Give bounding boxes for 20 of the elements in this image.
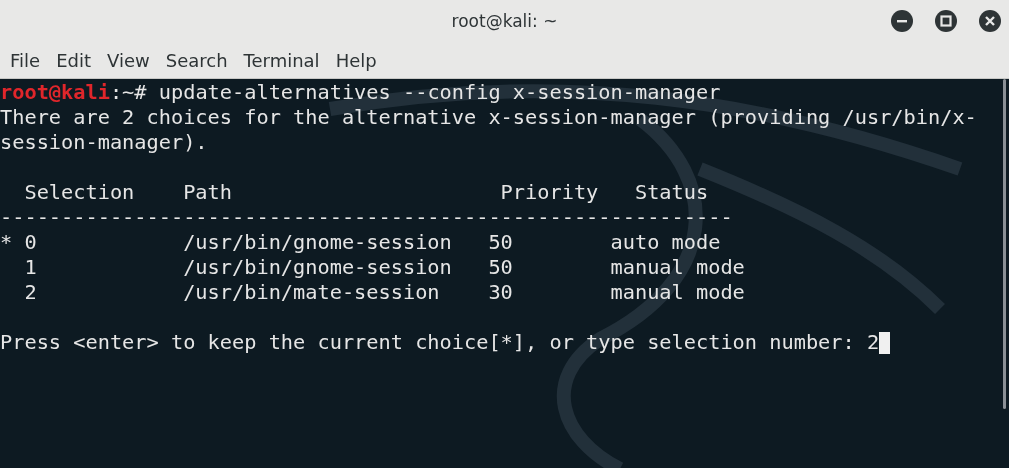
close-icon[interactable] bbox=[979, 10, 1001, 32]
menu-item[interactable]: View bbox=[105, 49, 158, 71]
output-line: session-manager). bbox=[0, 130, 209, 155]
minimize-icon[interactable] bbox=[891, 10, 913, 32]
menu-item[interactable]: Terminal bbox=[241, 49, 328, 71]
output-line: Selection Path Priority Status bbox=[23, 180, 710, 205]
output-line: * 0 /usr/bin/gnome-session 50 auto mode bbox=[0, 230, 722, 255]
output-line: ------------------------------------------------------------ bbox=[0, 205, 734, 230]
output-line: 1 /usr/bin/gnome-session 50 manual mode bbox=[23, 255, 746, 280]
window-title: root@kali: ~ bbox=[451, 11, 558, 31]
output-line: 2 /usr/bin/mate-session 30 manual mode bbox=[23, 280, 746, 305]
menu-item[interactable]: Search bbox=[163, 49, 236, 71]
scrollbar[interactable] bbox=[1003, 79, 1006, 409]
menu-item[interactable]: File bbox=[8, 49, 49, 71]
output-line: There are 2 choices for the alternative x-session-manager (providing /usr/bin/x- bbox=[0, 105, 978, 130]
input-prompt-line: Press <enter> to keep the current choice[*], or type selection number: 2 bbox=[0, 330, 880, 355]
maximize-icon[interactable] bbox=[935, 10, 957, 32]
menu-item[interactable]: Help bbox=[333, 49, 385, 71]
menu-item[interactable]: Edit bbox=[54, 49, 99, 71]
command-line: root@kali:~# update-alternatives --config x-session-manager bbox=[0, 80, 722, 105]
